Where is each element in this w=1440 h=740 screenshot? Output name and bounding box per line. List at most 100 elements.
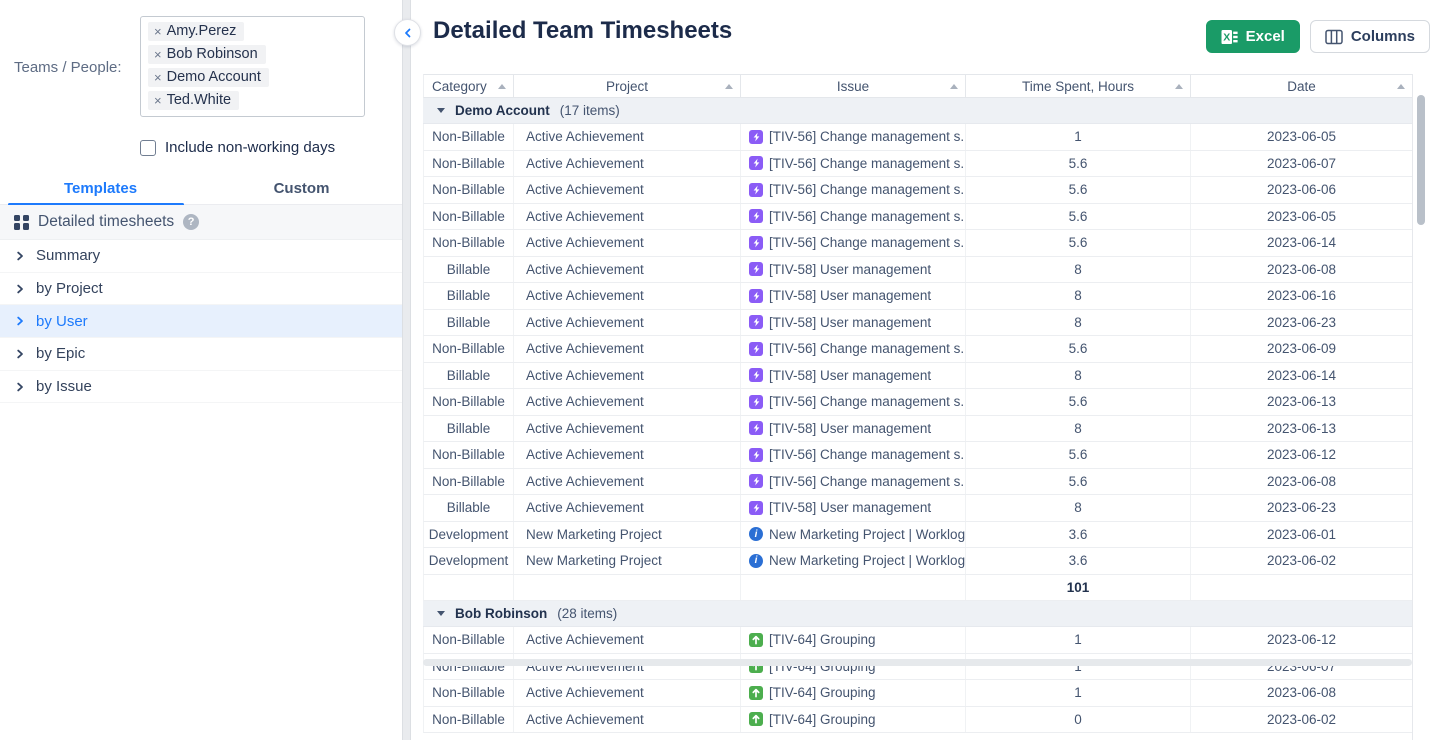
remove-tag-icon[interactable]: × xyxy=(154,48,162,61)
issue-cell[interactable]: [TIV-58] User management xyxy=(741,363,966,389)
project-cell xyxy=(514,575,741,601)
date-cell: 2023-06-05 xyxy=(1191,124,1413,150)
project-cell: Active Achievement xyxy=(514,654,741,680)
info-icon: i xyxy=(749,527,763,541)
column-header-project[interactable]: Project xyxy=(514,75,741,97)
issue-type-improvement-icon xyxy=(749,633,763,647)
issue-cell[interactable]: [TIV-64] Grouping xyxy=(741,627,966,653)
total-hours-cell: 101 xyxy=(966,575,1191,601)
caret-down-icon xyxy=(437,108,445,113)
project-cell: Active Achievement xyxy=(514,442,741,468)
remove-tag-icon[interactable]: × xyxy=(154,94,162,107)
vertical-scrollbar-track[interactable] xyxy=(1412,74,1429,740)
issue-cell[interactable]: [TIV-56] Change management s... xyxy=(741,389,966,415)
sidebar-item-by-project[interactable]: by Project xyxy=(0,273,402,306)
table-body: Demo Account(17 items)Non-BillableActive… xyxy=(423,98,1412,733)
issue-type-bolt-icon xyxy=(749,130,763,144)
collapse-sidebar-button[interactable] xyxy=(394,19,421,46)
issue-cell[interactable]: [TIV-56] Change management s... xyxy=(741,204,966,230)
group-header-row[interactable]: Bob Robinson(28 items) xyxy=(423,601,1412,627)
issue-cell[interactable]: [TIV-58] User management xyxy=(741,257,966,283)
date-cell: 2023-06-08 xyxy=(1191,257,1413,283)
category-cell xyxy=(424,575,514,601)
project-cell: New Marketing Project xyxy=(514,522,741,548)
column-header-category[interactable]: Category xyxy=(424,75,514,97)
issue-cell[interactable]: [TIV-56] Change management s... xyxy=(741,442,966,468)
issue-cell[interactable]: [TIV-58] User management xyxy=(741,416,966,442)
issue-cell[interactable]: [TIV-56] Change management s... xyxy=(741,151,966,177)
issue-cell[interactable]: iNew Marketing Project | Worklog xyxy=(741,522,966,548)
timesheet-row: Non-BillableActive Achievement[TIV-64] G… xyxy=(423,627,1412,654)
sort-ascending-icon xyxy=(950,84,958,89)
hours-cell: 5.6 xyxy=(966,230,1191,256)
sidebar-item-by-epic[interactable]: by Epic xyxy=(0,338,402,371)
date-cell xyxy=(1191,575,1413,601)
sidebar-item-label: Summary xyxy=(36,247,100,264)
timesheet-row: BillableActive Achievement[TIV-58] User … xyxy=(423,257,1412,284)
issue-cell[interactable]: [TIV-58] User management xyxy=(741,283,966,309)
include-non-working-days-checkbox[interactable] xyxy=(140,140,156,156)
column-header-date[interactable]: Date xyxy=(1191,75,1413,97)
sidebar-item-by-user[interactable]: by User xyxy=(0,305,402,338)
issue-cell[interactable]: [TIV-58] User management xyxy=(741,495,966,521)
group-header-row[interactable]: Demo Account(17 items) xyxy=(423,98,1412,124)
sidebar: Teams / People: ×Amy.Perez×Bob Robinson×… xyxy=(0,0,402,740)
sidebar-item-by-issue[interactable]: by Issue xyxy=(0,371,402,404)
hours-cell: 1 xyxy=(966,654,1191,680)
sidebar-tabs: Templates Custom xyxy=(0,172,402,205)
issue-cell[interactable]: [TIV-56] Change management s... xyxy=(741,230,966,256)
issue-cell[interactable]: [TIV-58] User management xyxy=(741,310,966,336)
category-cell: Billable xyxy=(424,416,514,442)
issue-cell[interactable]: [TIV-64] Grouping xyxy=(741,680,966,706)
vertical-scrollbar-thumb[interactable] xyxy=(1417,95,1425,225)
issue-cell[interactable]: [TIV-56] Change management s... xyxy=(741,336,966,362)
issue-cell[interactable]: iNew Marketing Project | Worklog xyxy=(741,548,966,574)
chevron-right-icon xyxy=(15,316,25,326)
issue-cell[interactable]: [TIV-56] Change management s... xyxy=(741,124,966,150)
date-cell: 2023-06-14 xyxy=(1191,363,1413,389)
column-header-time-spent-hours[interactable]: Time Spent, Hours xyxy=(966,75,1191,97)
issue-label: [TIV-56] Change management s... xyxy=(769,235,966,250)
project-cell: Active Achievement xyxy=(514,389,741,415)
issue-type-bolt-icon xyxy=(749,262,763,276)
category-cell: Development xyxy=(424,522,514,548)
sidebar-item-summary[interactable]: Summary xyxy=(0,240,402,273)
issue-cell[interactable]: [TIV-56] Change management s... xyxy=(741,469,966,495)
project-cell: Active Achievement xyxy=(514,627,741,653)
project-cell: Active Achievement xyxy=(514,257,741,283)
people-multiselect[interactable]: ×Amy.Perez×Bob Robinson×Demo Account×Ted… xyxy=(140,16,365,117)
issue-cell[interactable]: [TIV-64] Grouping xyxy=(741,707,966,733)
issue-type-bolt-icon xyxy=(749,342,763,356)
include-non-working-days-row: Include non-working days xyxy=(140,139,335,156)
help-icon[interactable]: ? xyxy=(183,214,199,230)
project-cell: Active Achievement xyxy=(514,495,741,521)
person-tag: ×Ted.White xyxy=(148,91,239,110)
date-cell: 2023-06-02 xyxy=(1191,707,1413,733)
issue-type-bolt-icon xyxy=(749,474,763,488)
remove-tag-icon[interactable]: × xyxy=(154,25,162,38)
sidebar-item-label: by Project xyxy=(36,280,103,297)
category-cell: Non-Billable xyxy=(424,177,514,203)
date-cell: 2023-06-16 xyxy=(1191,283,1413,309)
panel-divider[interactable] xyxy=(402,0,411,740)
issue-cell[interactable]: [TIV-64] Grouping xyxy=(741,654,966,680)
remove-tag-icon[interactable]: × xyxy=(154,71,162,84)
chevron-right-icon xyxy=(15,349,25,359)
column-header-issue[interactable]: Issue xyxy=(741,75,966,97)
issue-type-bolt-icon xyxy=(749,395,763,409)
tab-templates[interactable]: Templates xyxy=(0,172,201,204)
timesheet-row: BillableActive Achievement[TIV-58] User … xyxy=(423,416,1412,443)
columns-button[interactable]: Columns xyxy=(1310,20,1430,53)
issue-cell[interactable]: [TIV-56] Change management s... xyxy=(741,177,966,203)
hours-cell: 1 xyxy=(966,627,1191,653)
excel-icon: X xyxy=(1221,29,1238,45)
group-total-row: 101 xyxy=(423,575,1412,602)
info-icon: i xyxy=(749,554,763,568)
tab-custom[interactable]: Custom xyxy=(201,172,402,204)
issue-label: [TIV-64] Grouping xyxy=(769,712,876,727)
issue-label: [TIV-58] User management xyxy=(769,500,931,515)
issue-type-bolt-icon xyxy=(749,368,763,382)
horizontal-scrollbar-track[interactable] xyxy=(423,659,1412,666)
project-cell: Active Achievement xyxy=(514,363,741,389)
export-excel-button[interactable]: X Excel xyxy=(1206,20,1300,53)
